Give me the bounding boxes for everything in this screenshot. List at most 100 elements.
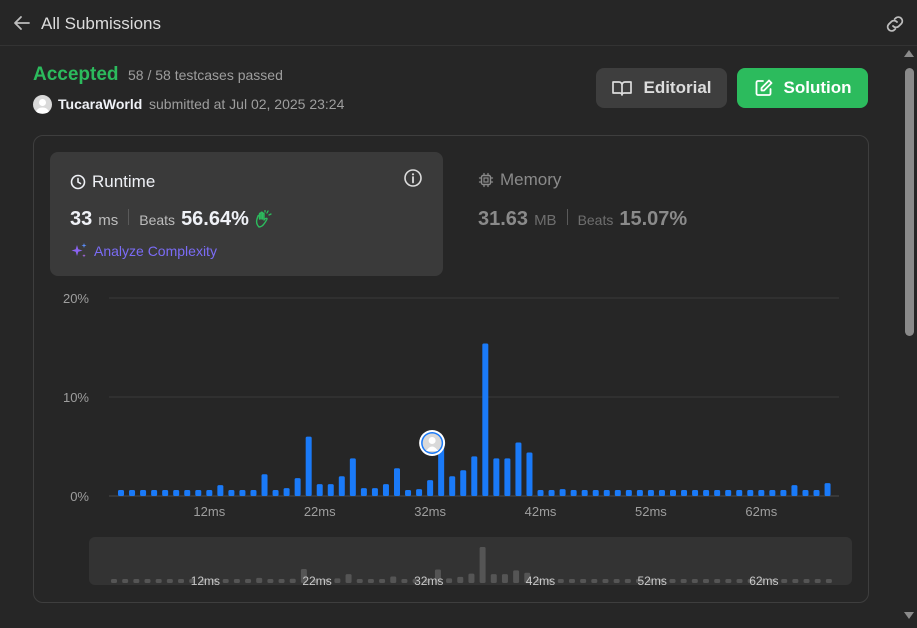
overview-bar bbox=[446, 578, 453, 583]
chart-bar bbox=[603, 490, 610, 496]
overview-tick-label: 62ms bbox=[749, 574, 778, 588]
overview-bar bbox=[155, 579, 162, 583]
overview-bar bbox=[825, 579, 832, 583]
scroll-up-arrow[interactable] bbox=[904, 50, 914, 57]
overview-tick-label: 52ms bbox=[637, 574, 666, 588]
overview-bar bbox=[178, 579, 185, 583]
overview-bar bbox=[714, 579, 721, 583]
overview-bar bbox=[278, 579, 285, 583]
page-title[interactable]: All Submissions bbox=[41, 14, 161, 34]
overview-bar bbox=[367, 579, 374, 583]
chart-bar bbox=[460, 470, 467, 496]
edit-icon bbox=[755, 79, 772, 96]
y-tick-label: 20% bbox=[63, 291, 89, 306]
overview-bar bbox=[624, 579, 631, 583]
overview-bar bbox=[736, 579, 743, 583]
solution-label: Solution bbox=[783, 78, 852, 97]
testcases-passed: 58 / 58 testcases passed bbox=[128, 67, 283, 83]
chart-bar bbox=[515, 442, 522, 496]
chart-bar bbox=[725, 490, 732, 496]
chart-bar bbox=[736, 490, 743, 496]
overview-bar bbox=[166, 579, 173, 583]
chart-bar bbox=[581, 490, 588, 496]
runtime-distribution-chart[interactable]: 20% 10% 0% 12ms 22ms 32ms 42ms 52ms 62ms 12ms 22ms… bbox=[34, 136, 868, 602]
chart-bar bbox=[338, 476, 345, 496]
overview-tick-label: 12ms bbox=[191, 574, 220, 588]
chart-bar bbox=[791, 485, 798, 496]
chart-bar bbox=[394, 468, 400, 496]
overview-bar bbox=[379, 579, 386, 583]
chart-bar bbox=[294, 478, 301, 496]
overview-bar bbox=[557, 579, 564, 583]
chart-bar bbox=[305, 436, 312, 496]
overview-bar bbox=[390, 576, 397, 583]
chart-bar bbox=[416, 489, 423, 496]
chart-bar bbox=[526, 452, 533, 496]
chart-bar bbox=[327, 484, 334, 496]
chart-bar bbox=[140, 490, 147, 496]
chart-bar bbox=[570, 490, 577, 496]
chart-bar bbox=[250, 490, 257, 496]
overview-bar bbox=[568, 579, 575, 583]
overview-bar bbox=[133, 579, 140, 583]
book-icon bbox=[612, 81, 633, 96]
chart-bar bbox=[195, 490, 202, 496]
overview-bar bbox=[289, 578, 296, 583]
user-avatar-icon bbox=[35, 99, 50, 113]
overview-tick-label: 42ms bbox=[526, 574, 555, 588]
avatar[interactable] bbox=[33, 95, 52, 114]
submitted-time: submitted at Jul 02, 2025 23:24 bbox=[149, 96, 345, 112]
chart-bar bbox=[703, 490, 710, 496]
overview-bar bbox=[725, 579, 732, 583]
chart-bar bbox=[548, 490, 555, 496]
chart-bar bbox=[151, 490, 158, 496]
chart-bar bbox=[405, 490, 412, 496]
chart-bar bbox=[592, 490, 599, 496]
y-tick-label: 0% bbox=[70, 489, 89, 504]
chart-bar bbox=[758, 490, 765, 496]
solution-button[interactable]: Solution bbox=[737, 68, 868, 108]
username[interactable]: TucaraWorld bbox=[58, 96, 142, 112]
overview-bar bbox=[680, 579, 687, 583]
submission-avatar-head bbox=[428, 437, 436, 444]
overview-bar bbox=[669, 579, 676, 583]
chart-bar bbox=[614, 490, 621, 496]
chart-bar bbox=[184, 490, 191, 496]
overview-bar bbox=[222, 579, 229, 583]
link-icon[interactable] bbox=[884, 14, 906, 34]
overview-bar bbox=[345, 574, 352, 583]
chart-bar bbox=[449, 476, 456, 496]
scroll-down-arrow[interactable] bbox=[904, 612, 914, 619]
chart-bar bbox=[714, 490, 721, 496]
overview-bar bbox=[814, 579, 821, 583]
chart-bar bbox=[217, 485, 224, 496]
status-label: Accepted bbox=[33, 64, 119, 85]
chart-bar bbox=[625, 490, 632, 496]
chart-bar bbox=[118, 490, 124, 496]
chart-bar bbox=[692, 490, 699, 496]
overview-bar bbox=[122, 579, 129, 583]
chart-bar bbox=[261, 474, 268, 496]
chart-bar bbox=[537, 490, 544, 496]
overview-bar bbox=[356, 579, 363, 583]
overview-bar bbox=[580, 579, 587, 583]
arrow-left-icon[interactable] bbox=[12, 13, 32, 33]
overview-bar bbox=[144, 579, 151, 583]
editorial-button[interactable]: Editorial bbox=[596, 68, 727, 108]
scrollbar-thumb[interactable] bbox=[905, 68, 914, 336]
x-tick-label: 62ms bbox=[745, 504, 777, 519]
overview-bar bbox=[591, 579, 598, 583]
overview-bar bbox=[233, 579, 240, 583]
chart-bar bbox=[349, 458, 356, 496]
chart-bar bbox=[482, 343, 489, 496]
chart-bar bbox=[283, 488, 290, 496]
chart-bar bbox=[780, 490, 787, 496]
chart-bar bbox=[493, 458, 500, 496]
overview-bar bbox=[401, 579, 408, 583]
x-tick-label: 22ms bbox=[304, 504, 336, 519]
chart-bar bbox=[272, 490, 279, 496]
overview-bar bbox=[781, 579, 788, 583]
chart-bar bbox=[769, 490, 776, 496]
chart-bar bbox=[636, 490, 643, 496]
chart-bar bbox=[747, 490, 754, 496]
